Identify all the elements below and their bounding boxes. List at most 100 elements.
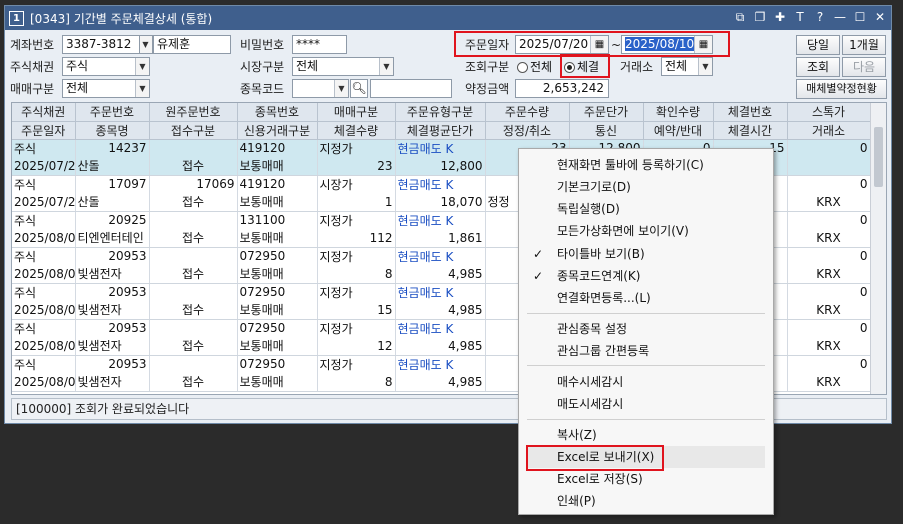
- menu-item[interactable]: Excel로 보내기(X): [527, 446, 765, 468]
- title-bar[interactable]: 1 [0343] 기간별 주문체결상세 (통합) ⧉ ❐ ✚ T ? — ☐ ✕: [5, 6, 891, 30]
- table-cell: 4,985: [395, 265, 486, 284]
- trade-type-select[interactable]: 전체 ▼: [62, 79, 150, 98]
- column-header[interactable]: 주식채권: [12, 103, 76, 122]
- account-name-field: 유제훈: [153, 35, 231, 54]
- chevron-down-icon: ▼: [698, 58, 712, 75]
- font-size-icon[interactable]: T: [793, 10, 807, 24]
- menu-item[interactable]: Excel로 저장(S): [527, 468, 765, 490]
- column-header[interactable]: 신용거래구분: [237, 121, 318, 140]
- column-header[interactable]: 주문단가: [569, 103, 644, 122]
- chevron-down-icon: ▼: [334, 80, 348, 97]
- pin-icon[interactable]: ✚: [773, 10, 787, 24]
- table-cell: 현금매도 K: [395, 211, 486, 229]
- market-label: 시장구분: [240, 60, 285, 74]
- query-button[interactable]: 조회: [796, 57, 840, 77]
- table-cell: [149, 319, 238, 337]
- table-cell: 접수: [149, 373, 238, 392]
- close-icon[interactable]: ✕: [873, 10, 887, 24]
- column-header[interactable]: 체결시간: [713, 121, 788, 140]
- column-header[interactable]: 주문번호: [75, 103, 150, 122]
- exchange-select[interactable]: 전체 ▼: [661, 57, 713, 76]
- account-number-field[interactable]: 3387-3812: [62, 35, 140, 54]
- column-header[interactable]: 정정/취소: [485, 121, 570, 140]
- calendar-icon[interactable]: ▦: [694, 36, 712, 53]
- column-header[interactable]: 종목명: [75, 121, 150, 140]
- column-header[interactable]: 주문수량: [485, 103, 570, 122]
- column-header[interactable]: 매매구분: [317, 103, 396, 122]
- table-cell: 072950: [237, 247, 318, 265]
- stock-bond-select[interactable]: 주식 ▼: [62, 57, 150, 76]
- column-header[interactable]: 접수구분: [149, 121, 238, 140]
- by-media-contract-button[interactable]: 매체별약정현황: [796, 79, 887, 99]
- table-cell: 072950: [237, 319, 318, 337]
- minimize-icon[interactable]: —: [833, 10, 847, 24]
- column-header[interactable]: 원주문번호: [149, 103, 238, 122]
- menu-item[interactable]: 인쇄(P): [527, 490, 765, 512]
- menu-separator: [527, 419, 765, 420]
- column-header[interactable]: 확인수량: [643, 103, 714, 122]
- window-title: [0343] 기간별 주문체결상세 (통합): [30, 11, 213, 26]
- menu-item[interactable]: 현재화면 툴바에 등록하기(C): [527, 154, 765, 176]
- menu-item-label: 종목코드연계(K): [557, 269, 641, 283]
- column-header[interactable]: 체결번호: [713, 103, 788, 122]
- help-icon[interactable]: ?: [813, 10, 827, 24]
- radio-all[interactable]: 전체: [517, 57, 552, 77]
- date-from-field[interactable]: 2025/07/20 ▦: [515, 35, 609, 54]
- table-cell: 빛샘전자: [75, 337, 150, 356]
- column-header[interactable]: 체결평균단가: [395, 121, 486, 140]
- table-cell: 주식: [12, 247, 76, 265]
- exec-amount-field: 2,653,242: [515, 79, 609, 98]
- checkmark-icon: ✓: [533, 269, 544, 283]
- menu-item[interactable]: 매도시세감시: [527, 393, 765, 415]
- menu-item[interactable]: 연결화면등록...(L): [527, 287, 765, 309]
- table-cell: 지정가: [317, 247, 396, 265]
- column-header[interactable]: 주문일자: [12, 121, 76, 140]
- column-header[interactable]: 종목번호: [237, 103, 318, 122]
- one-month-button[interactable]: 1개월: [842, 35, 886, 55]
- today-button[interactable]: 당일: [796, 35, 840, 55]
- date-to-field[interactable]: 2025/08/10 ▦: [621, 35, 713, 54]
- account-dropdown[interactable]: ▼: [139, 35, 153, 54]
- column-header[interactable]: 통신: [569, 121, 644, 140]
- column-header[interactable]: 스톡가: [787, 103, 871, 122]
- password-field[interactable]: ****: [292, 35, 347, 54]
- stock-code-field[interactable]: ▼: [292, 79, 349, 98]
- column-header[interactable]: 체결수량: [317, 121, 396, 140]
- menu-item[interactable]: 매수시세감시: [527, 371, 765, 393]
- table-cell: 2025/08/08: [12, 301, 76, 320]
- calendar-icon[interactable]: ▦: [590, 36, 608, 53]
- scrollbar-thumb[interactable]: [874, 127, 883, 187]
- date-separator: ~: [611, 38, 622, 52]
- table-cell: 보통매매: [237, 229, 318, 248]
- duplicate-window-icon[interactable]: ❐: [753, 10, 767, 24]
- menu-item[interactable]: ✓ 종목코드연계(K): [527, 265, 765, 287]
- table-cell: 15: [317, 301, 396, 320]
- next-button[interactable]: 다음: [842, 57, 886, 77]
- table-cell: 빛샘전자: [75, 373, 150, 392]
- column-header[interactable]: 거래소: [787, 121, 871, 140]
- maximize-icon[interactable]: ☐: [853, 10, 867, 24]
- link-window-icon[interactable]: ⧉: [733, 10, 747, 24]
- table-cell: 시장가: [317, 175, 396, 193]
- table-cell: 현금매도 K: [395, 355, 486, 373]
- vertical-scrollbar[interactable]: [870, 103, 886, 394]
- menu-item[interactable]: 관심종목 설정: [527, 318, 765, 340]
- column-header[interactable]: 예약/반대: [643, 121, 714, 140]
- menu-item[interactable]: 독립실행(D): [527, 198, 765, 220]
- menu-item[interactable]: 복사(Z): [527, 424, 765, 446]
- menu-item[interactable]: 관심그룹 간편등록: [527, 340, 765, 362]
- search-stock-button[interactable]: 🔍︎: [350, 79, 368, 98]
- table-cell: 112: [317, 229, 396, 248]
- checkmark-icon: ✓: [533, 247, 544, 261]
- stock-code-label: 종목코드: [240, 82, 285, 96]
- table-cell: KRX: [787, 301, 871, 320]
- market-select[interactable]: 전체 ▼: [292, 57, 394, 76]
- radio-executed[interactable]: 체결: [564, 57, 599, 77]
- menu-item[interactable]: ✓ 타이틀바 보기(B): [527, 243, 765, 265]
- date-to-value: 2025/08/10: [625, 37, 695, 51]
- table-cell: 20953: [75, 283, 150, 301]
- menu-item[interactable]: 기본크기로(D): [527, 176, 765, 198]
- table-cell: [149, 211, 238, 229]
- column-header[interactable]: 주문유형구분: [395, 103, 486, 122]
- menu-item[interactable]: 모든가상화면에 보이기(V): [527, 220, 765, 242]
